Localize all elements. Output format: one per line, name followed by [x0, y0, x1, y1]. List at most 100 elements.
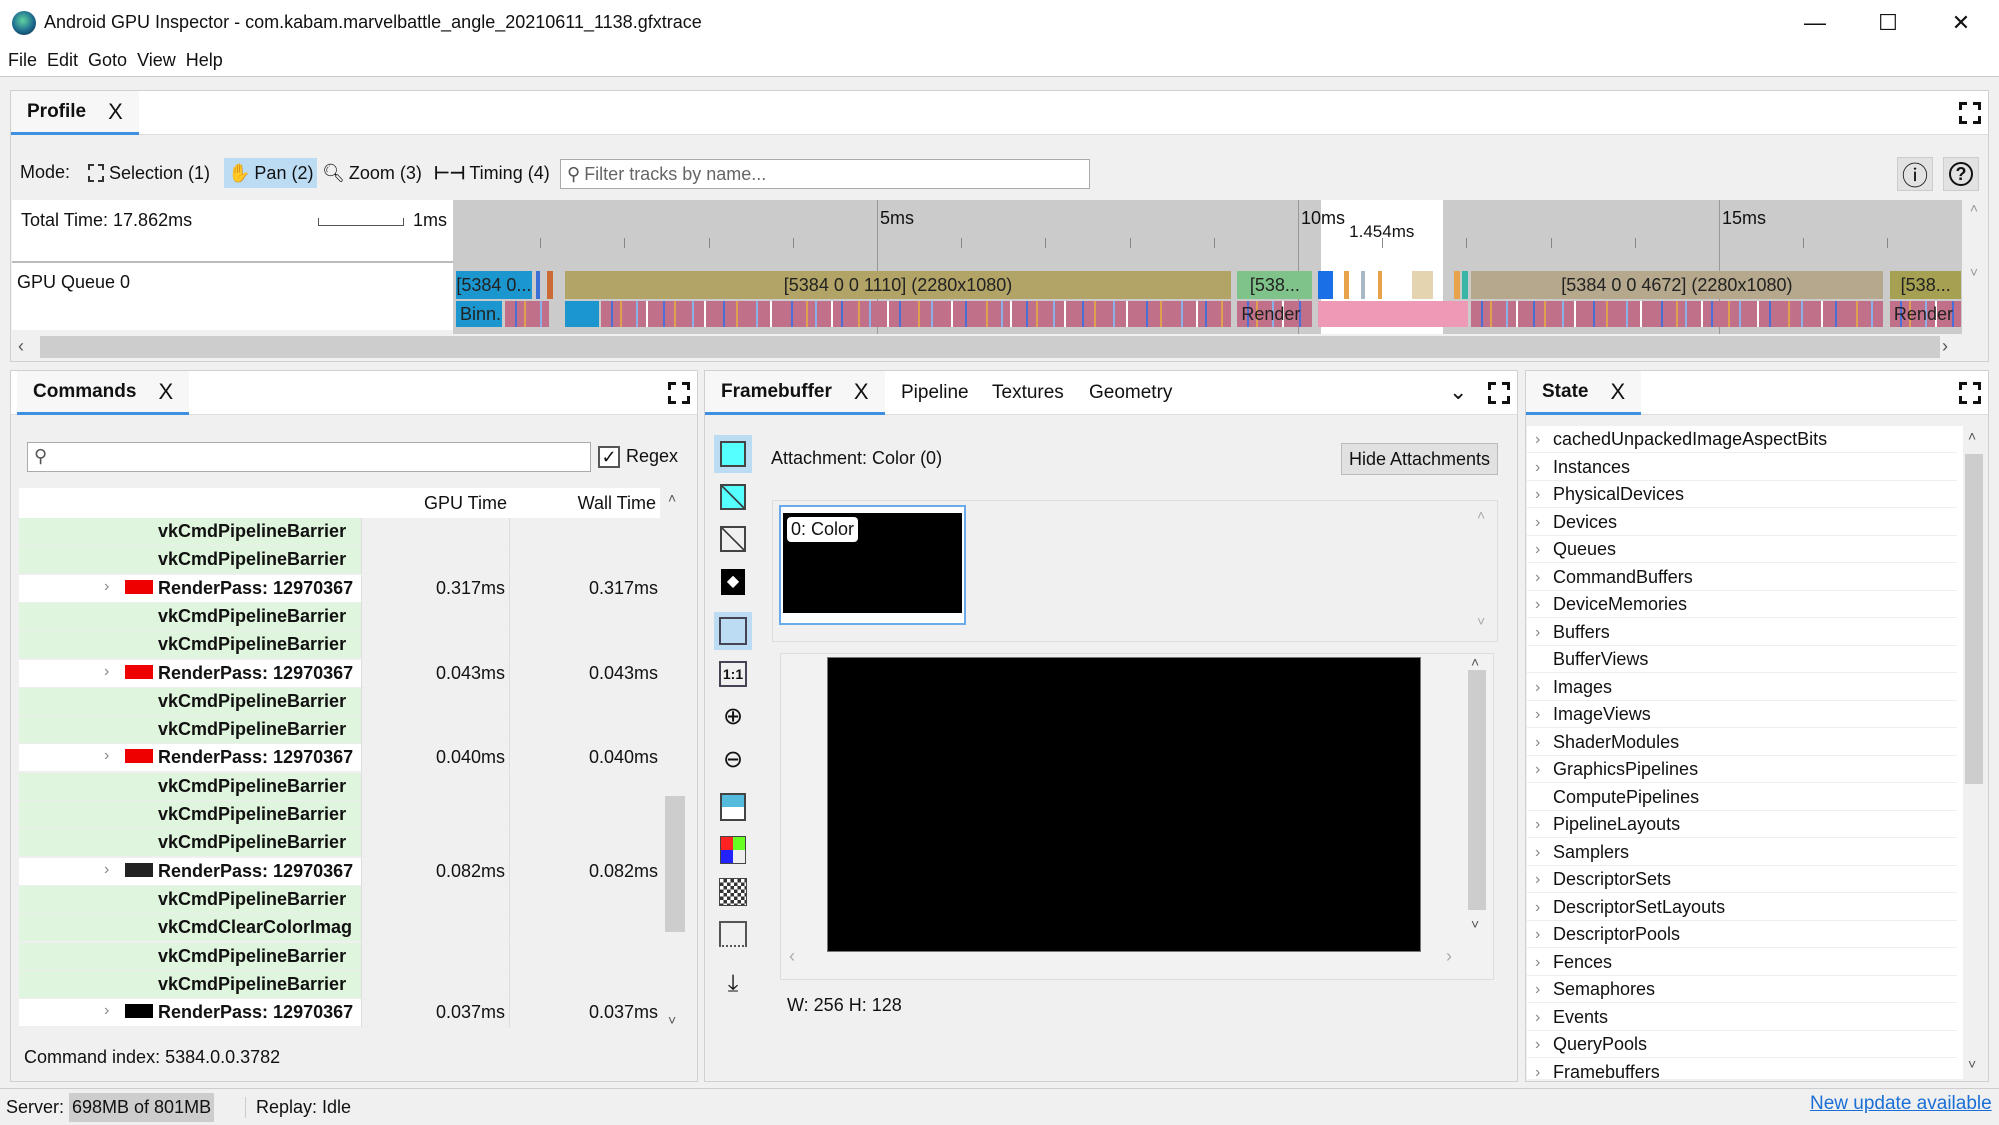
maximize-button[interactable]: ☐ [1853, 0, 1923, 45]
state-tree-item[interactable]: › Queues [1527, 536, 1957, 563]
state-tree-item[interactable]: › Samplers [1527, 838, 1957, 866]
color-channels-icon[interactable] [714, 831, 752, 869]
expand-chevron-icon[interactable]: › [104, 747, 109, 765]
mode-zoom-button[interactable]: 🔍︎ Zoom (3) [318, 158, 426, 188]
gpu-slice[interactable]: [5384 0 0 4672] (2280x1080) [1470, 271, 1884, 299]
expand-chevron-icon[interactable]: › [1535, 674, 1540, 701]
checkerboard-icon[interactable] [714, 873, 752, 911]
command-row[interactable]: vkCmdPipelineBarrier [19, 885, 660, 914]
timeline-area[interactable]: 5ms 10ms 15ms 1.454ms [5384 0... [5384 0 0 11… [453, 200, 1962, 334]
filter-tracks-input[interactable]: ⚲ Filter tracks by name... [560, 159, 1090, 189]
command-row[interactable]: vkCmdPipelineBarrier [19, 829, 660, 858]
renderpass-row[interactable]: › RenderPass: 12970367 0.082ms 0.082ms [19, 857, 660, 886]
track-gpu-queue-0[interactable]: GPU Queue 0 [17, 272, 130, 293]
gpu-slice[interactable] [1361, 271, 1366, 299]
expand-chevron-icon[interactable]: › [1535, 1031, 1540, 1058]
tab-framebuffer[interactable]: Framebuffer X [705, 371, 885, 415]
scroll-right-icon[interactable]: › [1942, 336, 1948, 357]
tab-pipeline[interactable]: Pipeline [885, 371, 985, 415]
expand-chevron-icon[interactable]: › [104, 861, 109, 879]
state-tree-item[interactable]: › QueryPools [1527, 1031, 1957, 1058]
expand-chevron-icon[interactable]: › [1535, 509, 1540, 536]
zoom-in-icon[interactable]: ⊕ [714, 697, 752, 735]
state-tree-item[interactable]: › PipelineLayouts [1527, 811, 1957, 838]
renderpass-row[interactable]: › RenderPass: 12970367 0.317ms 0.317ms [19, 574, 660, 603]
col-wall-time[interactable]: Wall Time [510, 488, 656, 515]
expand-chevron-icon[interactable]: › [1535, 949, 1540, 976]
expand-chevron-icon[interactable]: › [1535, 481, 1540, 508]
menu-file[interactable]: File [8, 50, 37, 71]
expand-chevron-icon[interactable]: › [1535, 591, 1540, 618]
expand-chevron-icon[interactable]: › [1535, 536, 1540, 563]
color-attachment-icon[interactable] [714, 435, 752, 473]
col-gpu-time[interactable]: GPU Time [361, 488, 507, 515]
expand-chevron-icon[interactable]: › [1535, 454, 1540, 481]
scroll-left-icon[interactable]: ‹ [18, 336, 24, 357]
state-tree-item[interactable]: ComputePipelines [1527, 783, 1957, 811]
tab-textures[interactable]: Textures [976, 371, 1080, 415]
gpu-slice[interactable] [1318, 271, 1334, 299]
command-row[interactable]: vkCmdPipelineBarrier [19, 546, 660, 575]
wireframe-overlay-icon[interactable] [714, 478, 752, 516]
gpu-slice[interactable]: [538... [1889, 271, 1962, 299]
histogram-icon[interactable] [714, 788, 752, 826]
command-row[interactable]: vkCmdPipelineBarrier [19, 801, 660, 829]
state-tree-item[interactable]: › DescriptorSets [1527, 866, 1957, 893]
menu-goto[interactable]: Goto [88, 50, 127, 71]
menu-view[interactable]: View [137, 50, 176, 71]
viewer-vscroll-thumb[interactable] [1468, 670, 1486, 910]
gpu-slice[interactable] [565, 301, 600, 327]
tab-geometry[interactable]: Geometry [1073, 371, 1188, 415]
help-button[interactable]: ? [1943, 157, 1979, 191]
framebuffer-viewer[interactable]: ˄ ˅ ‹ › [780, 653, 1494, 980]
state-tree-item[interactable]: › DescriptorPools [1527, 921, 1957, 948]
command-row[interactable]: vkCmdPipelineBarrier [19, 518, 660, 546]
close-framebuffer-icon[interactable]: X [854, 379, 869, 405]
close-commands-icon[interactable]: X [158, 379, 173, 405]
expand-chevron-icon[interactable]: › [1535, 1004, 1540, 1031]
state-tree-item[interactable]: › Buffers [1527, 618, 1957, 646]
expand-chevron-icon[interactable]: › [1535, 701, 1540, 728]
state-tree-item[interactable]: › ShaderModules [1527, 728, 1957, 756]
renderpass-row[interactable]: › RenderPass: 12970367 0.037ms 0.037ms [19, 999, 660, 1028]
gpu-slice[interactable] [1411, 271, 1433, 299]
gpu-slice[interactable] [535, 271, 541, 299]
gpu-slice[interactable]: [5384 0 0 1110] (2280x1080) [565, 271, 1231, 299]
hide-attachments-button[interactable]: Hide Attachments [1341, 443, 1498, 475]
gpu-slice[interactable]: [5384 0... [456, 271, 532, 299]
expand-chevron-icon[interactable]: › [1535, 564, 1540, 591]
state-tree-item[interactable]: › DescriptorSetLayouts [1527, 893, 1957, 921]
info-button[interactable]: ⓘ [1897, 157, 1933, 191]
maximize-panel-icon[interactable] [1958, 381, 1982, 405]
command-row[interactable]: vkCmdPipelineBarrier [19, 970, 660, 999]
expand-chevron-icon[interactable]: › [104, 663, 109, 681]
menu-help[interactable]: Help [186, 50, 223, 71]
state-tree-item[interactable]: › Fences [1527, 948, 1957, 976]
gpu-slice[interactable]: [538... [1237, 271, 1313, 299]
gpu-slice[interactable]: Binn... [456, 301, 503, 327]
gpu-slice[interactable] [1318, 301, 1469, 327]
timeline-vscroll[interactable]: ˄ ˅ [1962, 200, 1986, 330]
close-profile-icon[interactable]: X [108, 99, 123, 125]
menu-edit[interactable]: Edit [47, 50, 78, 71]
download-icon[interactable]: ⤓ [714, 965, 752, 1003]
close-window-button[interactable]: ✕ [1926, 0, 1996, 45]
gpu-slice[interactable]: Render [1237, 301, 1313, 327]
gpu-slice[interactable] [546, 271, 553, 299]
expand-chevron-icon[interactable]: › [1535, 921, 1540, 948]
depth-icon[interactable]: ◆ [714, 563, 752, 601]
command-row[interactable]: vkCmdPipelineBarrier [19, 602, 660, 631]
state-tree-item[interactable]: › CommandBuffers [1527, 563, 1957, 591]
command-search-input[interactable]: ⚲ [27, 442, 591, 472]
gpu-slice[interactable]: Render [1889, 301, 1962, 327]
expand-chevron-icon[interactable]: › [104, 578, 109, 596]
commands-vscroll[interactable]: ˄ ˅ [662, 488, 688, 1033]
expand-chevron-icon[interactable]: › [104, 1002, 109, 1020]
renderpass-row[interactable]: › RenderPass: 12970367 0.043ms 0.043ms [19, 659, 660, 688]
hscroll-thumb[interactable] [40, 336, 1940, 358]
expand-chevron-icon[interactable]: › [1535, 426, 1540, 453]
state-tree-item[interactable]: › Framebuffers [1527, 1058, 1957, 1079]
new-update-link[interactable]: New update available [1810, 1093, 1992, 1115]
expand-chevron-icon[interactable]: › [1535, 756, 1540, 783]
state-tree-item[interactable]: › Events [1527, 1003, 1957, 1031]
